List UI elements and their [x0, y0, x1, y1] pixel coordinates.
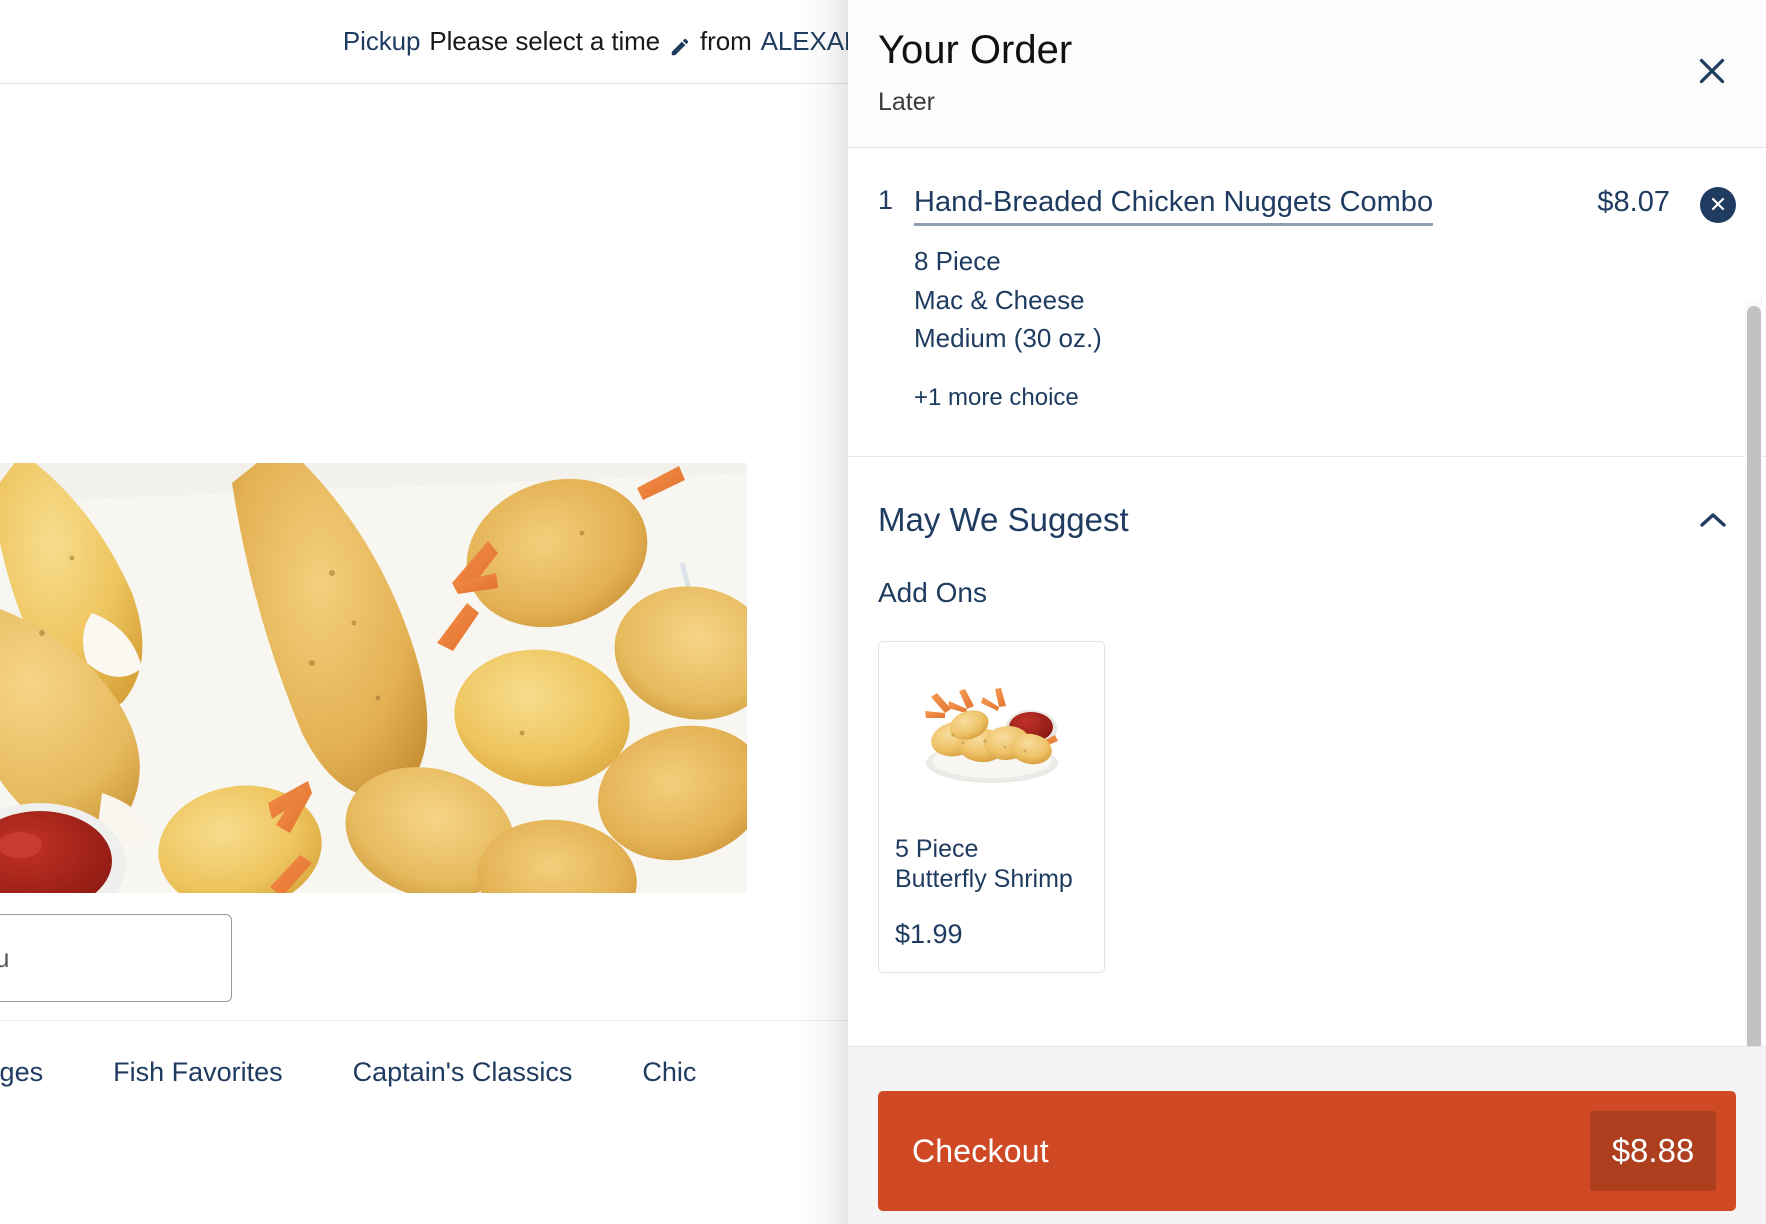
order-item-options: 8 Piece Mac & Cheese Medium (30 oz.) [914, 242, 1579, 357]
category-tab-beverages[interactable]: Beverages [0, 1047, 47, 1098]
order-item-details: Hand-Breaded Chicken Nuggets Combo 8 Pie… [914, 184, 1579, 412]
chevron-up-icon[interactable] [1690, 497, 1736, 543]
add-on-price: $1.99 [895, 918, 963, 949]
order-timing-label: Later [878, 88, 935, 116]
panel-scrollbar-thumb[interactable] [1747, 306, 1761, 1046]
close-icon [1694, 53, 1730, 92]
menu-search-input[interactable]: the menu [0, 914, 232, 1002]
from-label: from [700, 26, 752, 56]
add-ons-grid: 5 Piece Butterfly Shrimp $1.99 [878, 640, 1736, 973]
may-we-suggest-toggle[interactable]: May We Suggest [878, 497, 1736, 543]
menu-search-wrapper: the menu [0, 914, 232, 1002]
order-line-item: 1 Hand-Breaded Chicken Nuggets Combo 8 P… [848, 148, 1766, 457]
pencil-icon[interactable] [669, 34, 691, 56]
order-item-option: Medium (30 oz.) [914, 323, 1102, 354]
add-ons-group-label: Add Ons [878, 576, 987, 608]
add-on-card[interactable]: 5 Piece Butterfly Shrimp $1.99 [878, 640, 1105, 973]
order-item-option: 8 Piece [914, 246, 1001, 277]
add-on-name-line1: 5 Piece [895, 834, 979, 863]
pickup-mode-label[interactable]: Pickup [343, 26, 421, 57]
order-item-option: Mac & Cheese [914, 284, 1085, 315]
may-we-suggest-section: May We Suggest Add Ons 5 Piece Butterfly… [848, 457, 1766, 973]
order-panel-header: Your Order Later [848, 0, 1766, 148]
remove-circle-icon [1708, 194, 1728, 217]
checkout-label: Checkout [912, 1132, 1049, 1169]
order-item-name-link[interactable]: Hand-Breaded Chicken Nuggets Combo [914, 184, 1434, 227]
order-item-more-choices[interactable]: +1 more choice [914, 384, 1579, 412]
menu-hero-photo [0, 463, 747, 893]
order-item-quantity: 1 [878, 185, 894, 215]
may-we-suggest-title: May We Suggest [878, 500, 1129, 538]
add-on-name-line2: Butterfly Shrimp [895, 865, 1073, 894]
checkout-button[interactable]: Checkout $8.88 [878, 1091, 1736, 1211]
app-root: Pickup Please select a time from ALEXAND… [0, 0, 1766, 1224]
checkout-total: $8.88 [1590, 1111, 1716, 1191]
order-line-item-row: 1 Hand-Breaded Chicken Nuggets Combo 8 P… [878, 184, 1736, 412]
add-on-name: 5 Piece Butterfly Shrimp [895, 834, 1088, 895]
order-panel-title: Your Order [878, 28, 1073, 72]
remove-item-button[interactable] [1700, 187, 1736, 223]
order-panel-body[interactable]: 1 Hand-Breaded Chicken Nuggets Combo 8 P… [848, 148, 1766, 1046]
category-tab-fish-favorites[interactable]: Fish Favorites [109, 1047, 287, 1098]
category-tab-chicken[interactable]: Chic [638, 1047, 700, 1098]
close-panel-button[interactable] [1686, 46, 1738, 98]
pickup-time-text: Please select a time [429, 26, 661, 56]
order-panel-footer: Checkout $8.88 [848, 1046, 1766, 1224]
category-nav-strip: Beverages Fish Favorites Captain's Class… [0, 1047, 700, 1098]
butterfly-shrimp-photo [895, 662, 1088, 812]
category-tab-captains-classics[interactable]: Captain's Classics [349, 1047, 577, 1098]
order-item-price: $8.07 [1597, 186, 1670, 218]
order-panel: Your Order Later 1 Hand-Breaded Chicken … [848, 0, 1766, 1224]
